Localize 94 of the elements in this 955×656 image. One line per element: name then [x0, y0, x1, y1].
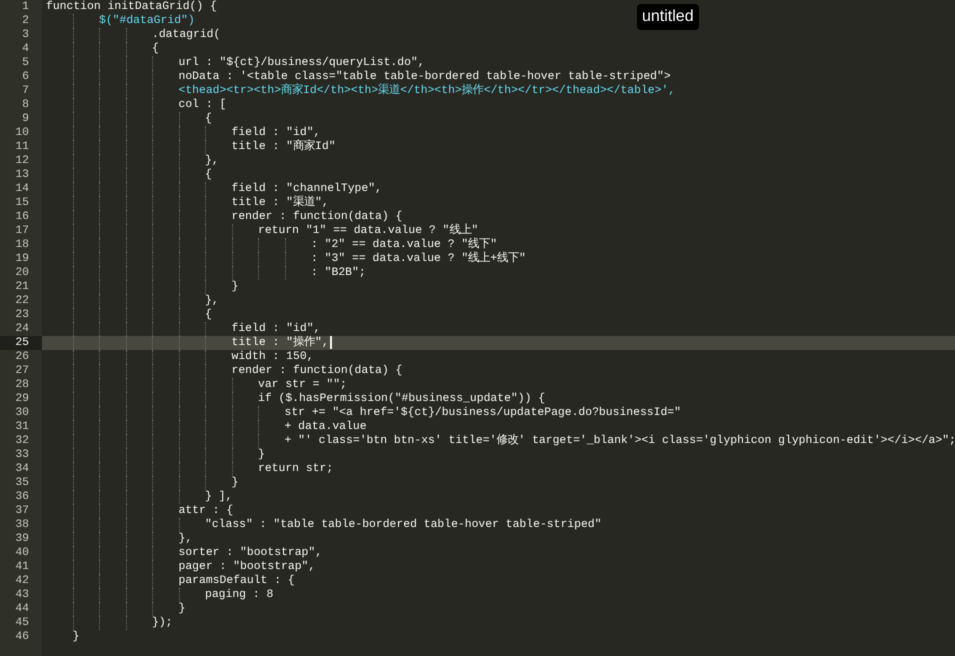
line-number: 33: [0, 448, 42, 462]
code-text: field : "id",: [232, 126, 320, 139]
code-text: return "1" == data.value ? "线上": [258, 224, 478, 238]
line-number: 20: [0, 266, 42, 280]
line-number: 36: [0, 490, 42, 504]
code-text: {: [205, 308, 212, 322]
line-number: 9: [0, 112, 42, 126]
code-text: render : function(data) {: [232, 210, 402, 224]
code-text: field : "channelType",: [232, 182, 382, 196]
line-number: 13: [0, 168, 42, 182]
line-number: 25: [0, 336, 42, 350]
line-number: 14: [0, 182, 42, 196]
line-number: 17: [0, 224, 42, 238]
code-text: if ($.hasPermission("#business_update")) {: [258, 392, 546, 406]
line-number: 12: [0, 154, 42, 168]
code-text: field : "id",: [232, 322, 320, 336]
line-number: 43: [0, 588, 42, 602]
code-text: sorter : "bootstrap",: [178, 546, 322, 560]
code-text: },: [205, 294, 219, 308]
code-text: {: [205, 112, 212, 126]
line-number: 32: [0, 434, 42, 448]
code-text: } ],: [205, 490, 232, 504]
line-number: 23: [0, 308, 42, 322]
line-number: 18: [0, 238, 42, 252]
code-text: str += "<a href='${ct}/business/updatePage.do?businessId=": [284, 406, 681, 420]
code-text: title : "操作",: [232, 336, 329, 350]
line-number: 22: [0, 294, 42, 308]
line-number: 31: [0, 420, 42, 434]
line-number: 6: [0, 70, 42, 84]
line-number: 7: [0, 84, 42, 98]
code-text: noData : '<table class="table table-bordered table-hover table-striped">: [178, 70, 671, 83]
line-number: 2: [0, 14, 42, 28]
code-text: "class" : "table table-bordered table-hover table-striped": [205, 518, 602, 532]
line-number: 46: [0, 630, 42, 644]
line-number: 21: [0, 280, 42, 294]
code-text: : "2" == data.value ? "线下": [311, 238, 498, 252]
line-number: 27: [0, 364, 42, 378]
code-text: });: [152, 616, 173, 630]
line-number: 42: [0, 574, 42, 588]
code-text: title : "商家Id": [232, 140, 336, 154]
code-text: }: [232, 476, 238, 490]
code-text: $("#dataGrid"): [99, 14, 195, 28]
code-text: .datagrid(: [152, 28, 220, 42]
line-number: 4: [0, 42, 42, 56]
line-number: 40: [0, 546, 42, 560]
line-number: 10: [0, 126, 42, 140]
line-number: 11: [0, 140, 42, 154]
code-text: col : [: [178, 98, 226, 112]
line-number: 34: [0, 462, 42, 476]
line-number: 30: [0, 406, 42, 420]
line-number: 45: [0, 616, 42, 630]
line-number: 38: [0, 518, 42, 532]
code-text: : "B2B";: [311, 266, 366, 280]
code-text: + data.value: [284, 420, 367, 434]
code-text: width : 150,: [232, 350, 314, 364]
code-text: }: [72, 630, 80, 644]
code-text: return str;: [258, 462, 334, 476]
line-number: 24: [0, 322, 42, 336]
code-text: }: [258, 448, 265, 462]
code-text: }: [178, 602, 186, 616]
line-number: 44: [0, 602, 42, 616]
line-number: 8: [0, 98, 42, 112]
line-number: 3: [0, 28, 42, 42]
code-text: paramsDefault : {: [178, 574, 295, 588]
line-number: 15: [0, 196, 42, 210]
code-text: }: [232, 280, 238, 294]
code-text: attr : {: [178, 504, 234, 518]
code-text: },: [205, 154, 219, 168]
code-text: : "3" == data.value ? "线上+线下": [311, 252, 526, 266]
line-number: 35: [0, 476, 42, 490]
line-number: 16: [0, 210, 42, 224]
code-text: var str = "";: [258, 378, 347, 392]
code-text: render : function(data) {: [232, 364, 402, 378]
text-cursor: [330, 336, 332, 349]
code-text: {: [205, 168, 212, 182]
line-number: 1: [0, 0, 42, 14]
code-text: },: [178, 532, 192, 546]
code-text: {: [152, 42, 159, 56]
title-badge: untitled: [637, 4, 699, 30]
line-number: 41: [0, 560, 42, 574]
line-number: 39: [0, 532, 42, 546]
code-text: title : "渠道",: [232, 196, 329, 210]
code-text: function initDataGrid() {: [46, 0, 217, 14]
code-text: + "' class='btn btn-xs' title='修改' target='_blank'><i class='glyphicon glyphicon-edit'></i></a>";: [284, 434, 955, 448]
line-number: 28: [0, 378, 42, 392]
line-number: 26: [0, 350, 42, 364]
code-text: pager : "bootstrap",: [178, 560, 316, 574]
line-number: 5: [0, 56, 42, 70]
code-text: paging : 8: [205, 588, 274, 602]
code-text: url : "${ct}/business/queryList.do",: [178, 56, 425, 70]
line-number: 19: [0, 252, 42, 266]
code-text: <thead><tr><th>商家Id</th><th>渠道</th><th>操作</th></tr></thead></table>',: [178, 84, 676, 98]
line-number: 37: [0, 504, 42, 518]
line-number: 29: [0, 392, 42, 406]
